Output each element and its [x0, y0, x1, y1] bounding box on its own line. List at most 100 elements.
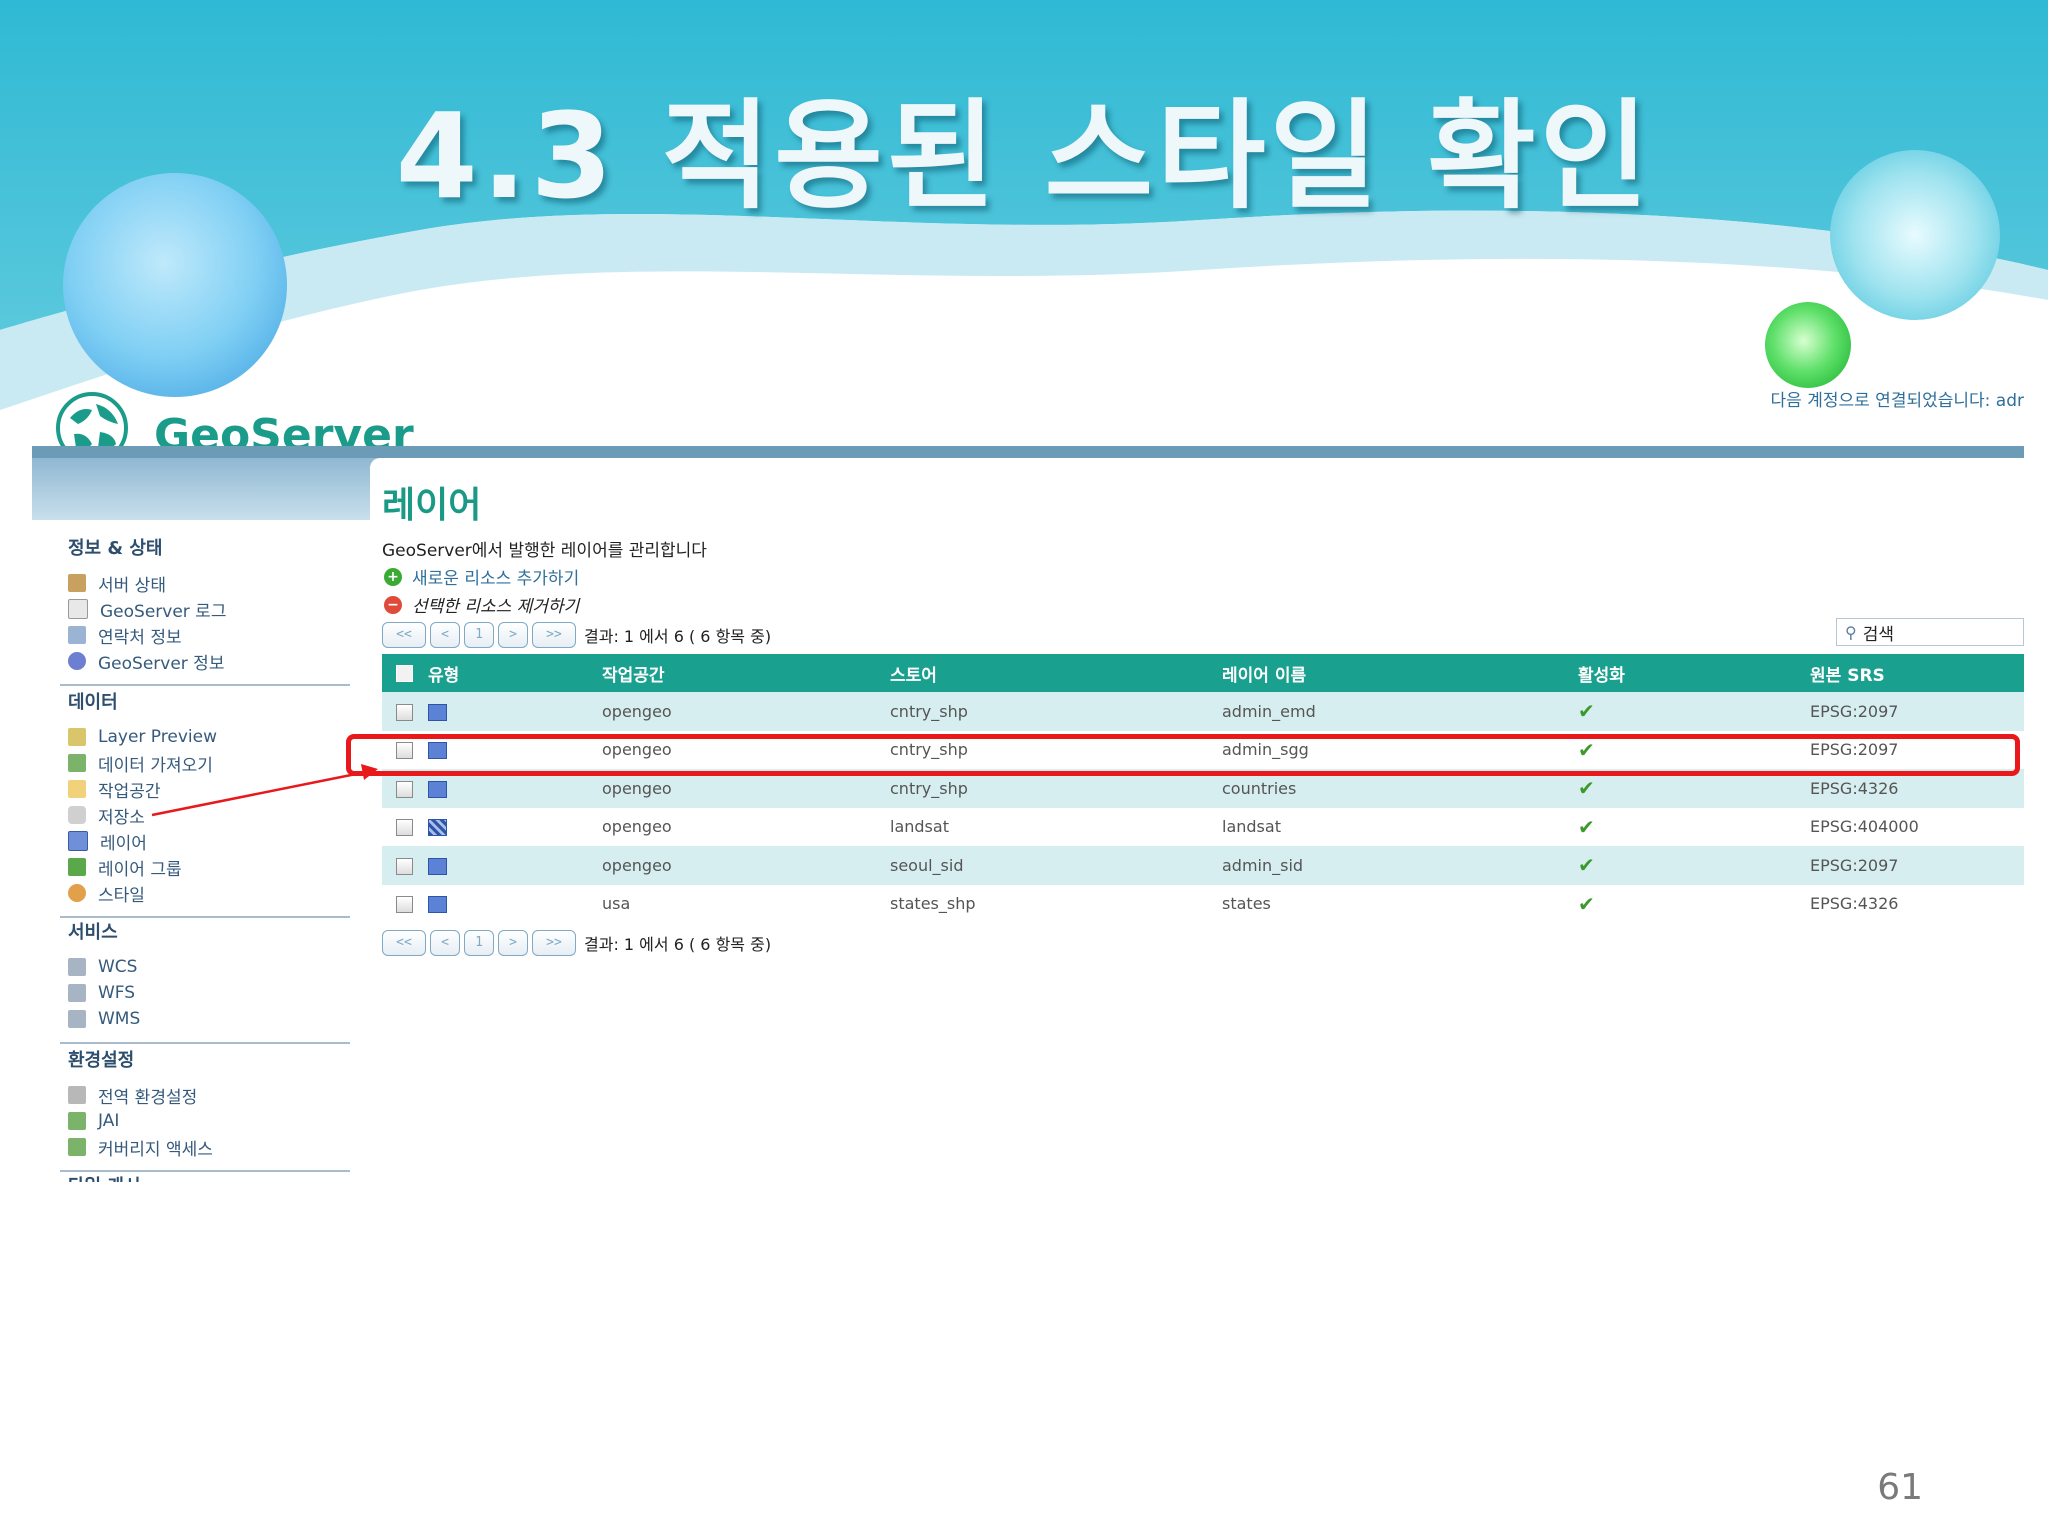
divider — [60, 684, 350, 686]
document-icon — [68, 599, 88, 619]
login-status: 다음 계정으로 연결되었습니다: adr — [1770, 391, 2024, 411]
section-heading: 환경설정 — [68, 1050, 135, 1071]
vector-layer-icon — [428, 896, 447, 914]
workspace-cell[interactable]: opengeo — [602, 846, 890, 885]
row-checkbox[interactable] — [396, 896, 413, 914]
folder-icon — [68, 780, 86, 798]
workspace-cell[interactable]: opengeo — [602, 692, 890, 731]
column-header-store[interactable]: 스토어 — [890, 654, 1222, 692]
sidebar-item-jai[interactable]: JAI — [68, 1108, 350, 1134]
sidebar-item-global-settings[interactable]: 전역 환경설정 — [68, 1082, 350, 1108]
enabled-check-icon: ✔ — [1578, 853, 1595, 878]
palette-icon — [68, 884, 86, 902]
srs-cell: EPSG:4326 — [1810, 769, 2024, 808]
layer-name-cell[interactable]: admin_sid — [1222, 846, 1578, 885]
row-checkbox[interactable] — [396, 857, 413, 875]
layer-name-cell[interactable]: landsat — [1222, 807, 1578, 846]
table-row: opengeo seoul_sid admin_sid ✔ EPSG:2097 — [382, 846, 2024, 885]
row-checkbox[interactable] — [396, 780, 413, 798]
prev-page-button[interactable]: < — [430, 622, 460, 648]
remove-icon: − — [384, 595, 402, 614]
sidebar-item-about[interactable]: GeoServer 정보 — [68, 648, 350, 674]
sidebar-item-wfs[interactable]: WFS — [68, 980, 350, 1006]
enabled-check-icon: ✔ — [1578, 737, 1595, 762]
column-header-enabled[interactable]: 활성화 — [1578, 654, 1810, 692]
prev-page-button[interactable]: < — [430, 930, 460, 956]
sidebar-item-coverage-access[interactable]: 커버리지 액세스 — [68, 1134, 350, 1160]
workspace-cell[interactable]: opengeo — [602, 807, 890, 846]
layer-name-cell[interactable]: admin_emd — [1222, 692, 1578, 731]
select-all-checkbox[interactable] — [396, 664, 413, 682]
sidebar-item-contact[interactable]: 연락처 정보 — [68, 622, 350, 648]
page-number-button[interactable]: 1 — [464, 622, 494, 648]
sidebar: 정보 & 상태 서버 상태 GeoServer 로그 연락처 정보 GeoSer… — [32, 520, 362, 1182]
add-resource-link[interactable]: + 새로운 리소스 추가하기 — [384, 564, 579, 589]
vector-layer-icon — [428, 742, 447, 760]
store-cell[interactable]: seoul_sid — [890, 846, 1222, 885]
sidebar-item-stores[interactable]: 저장소 — [68, 802, 350, 828]
sidebar-item-layer-preview[interactable]: Layer Preview — [68, 724, 350, 750]
vector-layer-icon — [428, 857, 447, 875]
geoserver-screenshot: GeoServer 다음 계정으로 연결되었습니다: adr 정보 & 상태 서… — [32, 378, 2024, 1182]
sidebar-item-wms[interactable]: WMS — [68, 1006, 350, 1032]
search-input[interactable]: ⚲ 검색 — [1836, 618, 2024, 646]
column-header-type[interactable]: 유형 — [428, 654, 602, 692]
sidebar-item-server-status[interactable]: 서버 상태 — [68, 570, 350, 596]
layer-name-cell[interactable]: admin_sgg — [1222, 730, 1578, 769]
image-icon — [68, 1112, 86, 1130]
add-icon: + — [384, 567, 402, 586]
first-page-button[interactable]: << — [382, 622, 426, 648]
store-cell[interactable]: cntry_shp — [890, 769, 1222, 808]
layer-name-cell[interactable]: countries — [1222, 769, 1578, 808]
sidebar-item-wcs[interactable]: WCS — [68, 954, 350, 980]
enabled-check-icon: ✔ — [1578, 814, 1595, 839]
search-icon: ⚲ — [1845, 622, 1857, 642]
workspace-cell[interactable]: usa — [602, 884, 890, 923]
map-icon — [68, 728, 86, 746]
srs-cell: EPSG:4326 — [1810, 884, 2024, 923]
srs-cell: EPSG:2097 — [1810, 846, 2024, 885]
enabled-check-icon: ✔ — [1578, 891, 1595, 916]
result-count: 결과: 1 에서 6 ( 6 항목 중) — [584, 935, 772, 954]
settings-icon — [68, 1086, 86, 1104]
page-number-button[interactable]: 1 — [464, 930, 494, 956]
row-checkbox[interactable] — [396, 742, 413, 760]
sidebar-item-log[interactable]: GeoServer 로그 — [68, 596, 350, 622]
workspace-cell[interactable]: opengeo — [602, 730, 890, 769]
store-cell[interactable]: states_shp — [890, 884, 1222, 923]
sidebar-item-styles[interactable]: 스타일 — [68, 880, 350, 906]
row-checkbox[interactable] — [396, 703, 413, 721]
layer-name-cell[interactable]: states — [1222, 884, 1578, 923]
image-icon — [68, 1138, 86, 1156]
workspace-cell[interactable]: opengeo — [602, 769, 890, 808]
section-heading: 데이터 — [68, 692, 118, 713]
header-bar — [32, 446, 2024, 458]
server-status-icon — [68, 574, 86, 592]
last-page-button[interactable]: >> — [532, 930, 576, 956]
store-cell[interactable]: landsat — [890, 807, 1222, 846]
column-header-layer-name[interactable]: 레이어 이름 — [1222, 654, 1578, 692]
first-page-button[interactable]: << — [382, 930, 426, 956]
table-row: opengeo landsat landsat ✔ EPSG:404000 — [382, 807, 2024, 846]
next-page-button[interactable]: > — [498, 622, 528, 648]
sidebar-item-layer-groups[interactable]: 레이어 그룹 — [68, 854, 350, 880]
pager-top: << < 1 > >> 결과: 1 에서 6 ( 6 항목 중) — [382, 622, 771, 648]
page-title: 레이어 — [382, 485, 482, 526]
column-header-srs[interactable]: 원본 SRS — [1810, 654, 2024, 692]
info-icon — [68, 652, 86, 670]
table-header-row: 유형 작업공간 스토어 레이어 이름 활성화 원본 SRS — [382, 654, 2024, 692]
last-page-button[interactable]: >> — [532, 622, 576, 648]
store-cell[interactable]: cntry_shp — [890, 692, 1222, 731]
sidebar-section-data: 데이터 Layer Preview 데이터 가져오기 작업공간 저장소 레이어 … — [60, 688, 350, 918]
sidebar-item-workspaces[interactable]: 작업공간 — [68, 776, 350, 802]
search-placeholder: 검색 — [1862, 624, 1894, 645]
sidebar-item-layers[interactable]: 레이어 — [68, 828, 350, 854]
column-header-workspace[interactable]: 작업공간 — [602, 654, 890, 692]
next-page-button[interactable]: > — [498, 930, 528, 956]
row-checkbox[interactable] — [396, 819, 413, 837]
remove-resource-link[interactable]: − 선택한 리소스 제거하기 — [384, 592, 579, 617]
sidebar-item-import[interactable]: 데이터 가져오기 — [68, 750, 350, 776]
store-cell[interactable]: cntry_shp — [890, 730, 1222, 769]
divider — [60, 1042, 350, 1044]
service-icon — [68, 958, 86, 976]
